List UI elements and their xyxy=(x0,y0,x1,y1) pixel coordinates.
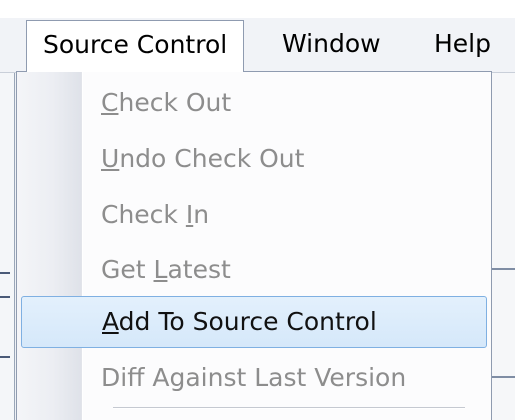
label-suffix: ndo Check Out xyxy=(119,144,305,173)
label-prefix: Diff Against Last Version xyxy=(101,363,407,392)
menu-item-undo-check-out[interactable]: Undo Check Out xyxy=(21,133,487,185)
menu-item-label: Undo Check Out xyxy=(101,144,304,173)
menu-source-control[interactable]: Source Control xyxy=(26,20,245,72)
menu-window[interactable]: Window xyxy=(266,20,397,68)
menu-item-label: Add To Source Control xyxy=(102,307,377,336)
access-key: C xyxy=(101,88,119,117)
background-window-right-edge xyxy=(492,72,515,420)
menu-item-check-in[interactable]: Check In xyxy=(21,189,487,241)
background-window-left-edge xyxy=(0,72,15,420)
source-control-dropdown: Check Out Undo Check Out Check In Get La… xyxy=(16,71,492,420)
background-line xyxy=(492,376,515,378)
access-key: L xyxy=(153,255,168,284)
background-tick xyxy=(0,272,10,274)
menu-item-label: Check Out xyxy=(101,88,231,117)
background-tick xyxy=(0,296,10,298)
background-tick xyxy=(0,356,10,358)
menu-item-label: Check In xyxy=(101,200,209,229)
menu-item-check-out[interactable]: Check Out xyxy=(21,77,487,129)
label-suffix: heck Out xyxy=(118,88,232,117)
background-line xyxy=(492,268,515,270)
menu-item-get-latest[interactable]: Get Latest xyxy=(21,244,487,296)
label-prefix: Check xyxy=(101,200,186,229)
menu-bar-top xyxy=(0,0,515,18)
menu-item-label: Diff Against Last Version xyxy=(101,363,406,392)
label-suffix: dd To Source Control xyxy=(118,307,377,336)
label-suffix: atest xyxy=(167,255,231,284)
menu-item-add-to-source-control[interactable]: Add To Source Control xyxy=(21,296,487,348)
menu-bar: Source Control Window Help xyxy=(0,0,515,73)
screen: Source Control Window Help Check Out Und… xyxy=(0,0,515,420)
access-key: U xyxy=(101,144,120,173)
label-prefix: Get xyxy=(101,255,154,284)
menu-item-label: Get Latest xyxy=(101,255,231,284)
access-key: A xyxy=(102,307,119,336)
menu-separator-highlight xyxy=(113,408,465,409)
menu-help[interactable]: Help xyxy=(418,20,507,68)
menu-item-diff-against-last-version[interactable]: Diff Against Last Version xyxy=(21,352,487,404)
label-suffix: n xyxy=(193,200,210,229)
